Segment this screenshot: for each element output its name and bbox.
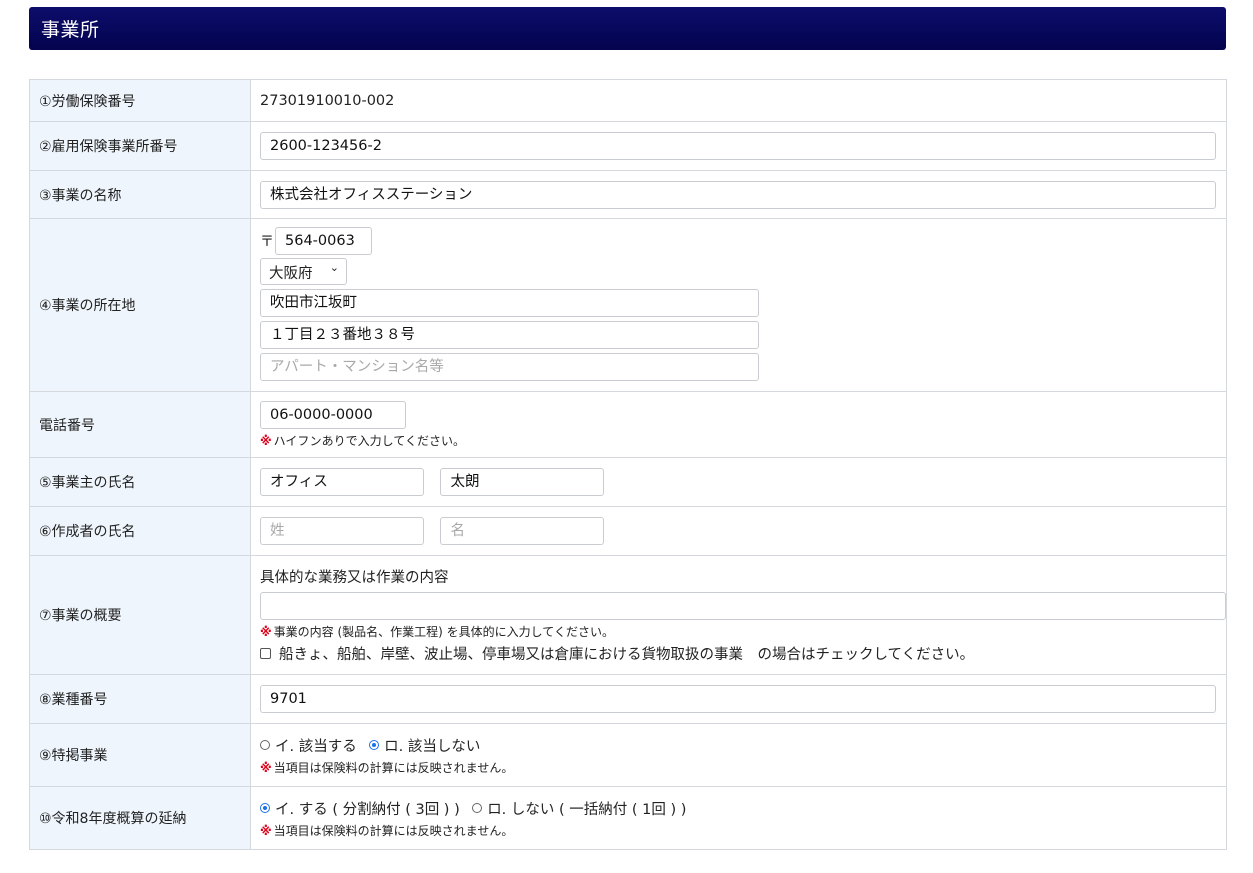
special-business-option-b[interactable]: ロ. 該当しない: [384, 739, 480, 755]
employment-office-no-input[interactable]: 2600-123456-2: [260, 132, 1216, 160]
row-business-name: ③事業の名称 株式会社オフィスステーション: [29, 170, 1227, 219]
deferral-radios: イ. する ( 分割納付 ( 3回 ) ) ロ. しない ( 一括納付 ( 1回…: [260, 798, 1226, 819]
section-header: 事業所: [29, 7, 1226, 50]
prefecture-selected: 大阪府: [269, 266, 313, 282]
note-mark: ※: [260, 823, 272, 838]
business-name-input[interactable]: 株式会社オフィスステーション: [260, 180, 1216, 209]
special-business-option-a[interactable]: イ. 該当する: [275, 739, 357, 755]
summary-note-text: 事業の内容 (製品名、作業工程) を具体的に入力してください。: [273, 625, 614, 639]
prefecture-select[interactable]: 大阪府 ⌄: [260, 258, 347, 285]
label-labor-insurance-no: ①労働保険番号: [29, 79, 251, 122]
creator-first-name-input[interactable]: 名: [440, 517, 605, 545]
summary-note: ※ 事業の内容 (製品名、作業工程) を具体的に入力してください。: [260, 623, 1226, 640]
cargo-checkbox-row: 船きょ、船舶、岸壁、波止場、停車場又は倉庫における貨物取扱の事業 の場合はチェッ…: [260, 643, 1226, 664]
summary-input[interactable]: [260, 592, 1226, 620]
phone-note-text: ハイフンありで入力してください。: [273, 433, 465, 448]
row-creator-name: ⑥作成者の氏名 姓 名: [29, 506, 1227, 556]
building-input[interactable]: アパート・マンション名等: [260, 353, 759, 381]
owner-first-name-input[interactable]: 太朗: [440, 468, 605, 496]
city-input[interactable]: 吹田市江坂町: [260, 289, 759, 317]
row-labor-insurance-no: ①労働保険番号 27301910010-002: [29, 79, 1227, 122]
creator-last-name-input[interactable]: 姓: [260, 517, 424, 545]
row-special-business: ⑨特掲事業 イ. 該当する ロ. 該当しない ※ 当項目は保険料の計算には反映され…: [29, 723, 1227, 787]
row-address: ④事業の所在地 〒 564-0063 大阪府 ⌄ 吹田市江坂町 １丁目２３番地３８号…: [29, 218, 1227, 392]
special-business-note: ※ 当項目は保険料の計算には反映されません。: [260, 759, 1226, 776]
summary-heading: 具体的な業務又は作業の内容: [260, 570, 449, 586]
label-special-business: ⑨特掲事業: [29, 723, 251, 787]
special-business-radio-b[interactable]: [369, 740, 380, 750]
note-mark: ※: [260, 433, 272, 448]
industry-code-input[interactable]: 9701: [260, 685, 1216, 713]
special-business-radio-a[interactable]: [260, 740, 270, 750]
postal-mark: 〒: [260, 234, 274, 250]
row-phone: 電話番号 06-0000-0000 ※ ハイフンありで入力してください。: [29, 391, 1227, 458]
label-owner-name: ⑤事業主の氏名: [29, 457, 251, 507]
owner-last-name-input[interactable]: オフィス: [260, 468, 424, 496]
deferral-option-a[interactable]: イ. する ( 分割納付 ( 3回 ) ): [275, 802, 460, 818]
label-summary: ⑦事業の概要: [29, 555, 251, 675]
deferral-option-b[interactable]: ロ. しない ( 一括納付 ( 1回 ) ): [487, 802, 686, 818]
row-deferral: ⑩令和8年度概算の延納 イ. する ( 分割納付 ( 3回 ) ) ロ. しない…: [29, 786, 1227, 850]
label-deferral: ⑩令和8年度概算の延納: [29, 786, 251, 850]
note-mark: ※: [260, 625, 272, 639]
street-input[interactable]: １丁目２３番地３８号: [260, 321, 759, 349]
label-employment-office-no: ②雇用保険事業所番号: [29, 121, 251, 171]
deferral-radio-a[interactable]: [260, 803, 270, 813]
postal-code-input[interactable]: 564-0063: [275, 227, 372, 255]
row-summary: ⑦事業の概要 具体的な業務又は作業の内容 ※ 事業の内容 (製品名、作業工程) を…: [29, 555, 1227, 675]
cargo-checkbox[interactable]: [260, 648, 271, 659]
row-employment-office-no: ②雇用保険事業所番号 2600-123456-2: [29, 121, 1227, 171]
phone-input[interactable]: 06-0000-0000: [260, 400, 406, 429]
note-mark: ※: [260, 760, 272, 775]
section-title: 事業所: [41, 19, 100, 41]
label-phone: 電話番号: [29, 391, 251, 458]
deferral-note-text: 当項目は保険料の計算には反映されません。: [273, 823, 514, 838]
business-form-table: ①労働保険番号 27301910010-002 ②雇用保険事業所番号 2600-…: [29, 79, 1227, 850]
row-industry-code: ⑧業種番号 9701: [29, 674, 1227, 724]
label-address: ④事業の所在地: [29, 218, 251, 392]
deferral-radio-b[interactable]: [472, 803, 483, 813]
chevron-down-icon: ⌄: [329, 261, 339, 274]
label-industry-code: ⑧業種番号: [29, 674, 251, 724]
deferral-note: ※ 当項目は保険料の計算には反映されません。: [260, 822, 1226, 839]
special-business-note-text: 当項目は保険料の計算には反映されません。: [273, 760, 514, 775]
labor-insurance-no-value: 27301910010-002: [260, 92, 395, 109]
label-creator-name: ⑥作成者の氏名: [29, 506, 251, 556]
row-owner-name: ⑤事業主の氏名 オフィス 太朗: [29, 457, 1227, 507]
special-business-radios: イ. 該当する ロ. 該当しない: [260, 735, 1226, 756]
label-business-name: ③事業の名称: [29, 170, 251, 219]
cargo-checkbox-label[interactable]: 船きょ、船舶、岸壁、波止場、停車場又は倉庫における貨物取扱の事業 の場合はチェッ…: [279, 647, 974, 663]
phone-note: ※ ハイフンありで入力してください。: [260, 432, 1226, 449]
